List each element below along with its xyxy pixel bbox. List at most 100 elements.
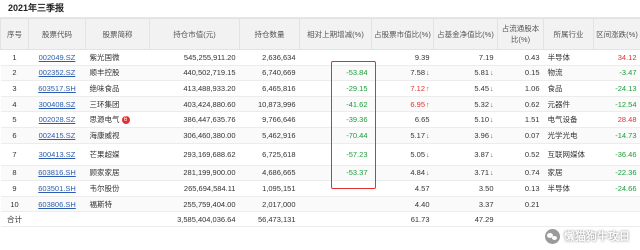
row-number: 6 — [0, 127, 29, 144]
range-change: -12.54 — [593, 96, 640, 113]
industry: 半导体 — [543, 49, 594, 66]
industry — [543, 196, 594, 213]
stock-name: 福斯特 — [89, 199, 113, 209]
arrow-down-icon: ↓ — [490, 117, 494, 125]
col-header-range[interactable]: 区间涨跌(%) — [593, 18, 640, 50]
fund-nav-pct: 5.10 — [474, 115, 489, 125]
change-vs-previous: -39.36 — [299, 111, 372, 128]
arrow-down-icon: ↓ — [490, 70, 494, 78]
fund-nav-pct-cell: 3.50 — [433, 180, 498, 197]
change-vs-previous — [299, 196, 372, 213]
float-share-pct: 0.62 — [497, 96, 544, 113]
col-header-value[interactable]: 持仓市值(元) — [149, 18, 240, 50]
float-share-pct: 1.06 — [497, 80, 544, 97]
holding-quantity: 6,740,669 — [239, 65, 300, 82]
range-change: -24.66 — [593, 180, 640, 197]
range-change: -14.73 — [593, 127, 640, 144]
fund-nav-pct-cell: 7.19 — [433, 49, 498, 66]
stock-value-pct-cell: 4.57 — [371, 180, 434, 197]
holding-value: 281,199,900.00 — [149, 165, 240, 182]
fund-nav-pct: 3.50 — [478, 183, 494, 193]
stock-code-link[interactable]: 603806.SH — [38, 200, 76, 209]
col-header-stock-pct[interactable]: 占股票市值比(%) — [371, 18, 434, 50]
holding-quantity: 1,095,151 — [239, 180, 300, 197]
col-header-no[interactable]: 序号 — [0, 18, 29, 50]
table-row: 5 002028.SZ 思源电气 6 386,447,635.76 9,766,646 -3… — [0, 111, 640, 128]
industry: 光学光电 — [543, 127, 594, 144]
row-number: 1 — [0, 49, 29, 66]
stock-name: 紫光国微 — [89, 52, 120, 62]
table-row: 8 603816.SH 顾家家居 281,199,900.00 4,686,665 -53… — [0, 165, 640, 182]
arrow-up-icon: ↑ — [426, 101, 430, 109]
stock-code-cell: 002049.SZ — [28, 49, 86, 66]
holding-quantity: 2,017,000 — [239, 196, 300, 213]
fund-nav-pct: 3.37 — [478, 199, 494, 209]
float-share-pct: 0.07 — [497, 127, 544, 144]
range-change: -22.36 — [593, 165, 640, 182]
arrow-up-icon: ↑ — [426, 85, 430, 93]
col-header-qty[interactable]: 持仓数量 — [239, 18, 300, 50]
stock-value-pct: 6.95 — [410, 99, 425, 109]
holding-quantity: 2,636,634 — [239, 49, 300, 66]
table-row: 10 603806.SH 福斯特 255,759,404.00 2,017,000 4.4… — [0, 196, 640, 213]
industry: 电气设备 — [543, 111, 594, 128]
col-header-industry[interactable]: 所属行业 — [543, 18, 594, 50]
stock-value-pct-cell: 5.05↓ — [371, 143, 434, 166]
col-header-change[interactable]: 相对上期增减(%) — [299, 18, 372, 50]
change-vs-previous: -41.62 — [299, 96, 372, 113]
float-share-pct: 0.15 — [497, 65, 544, 82]
row-number: 9 — [0, 180, 29, 197]
table-row: 4 300408.SZ 三环集团 403,424,880.60 10,873,996 -4… — [0, 96, 640, 113]
arrow-down-icon: ↓ — [490, 151, 494, 159]
float-share-pct: 0.13 — [497, 180, 544, 197]
stock-code-cell: 603517.SH — [28, 80, 86, 97]
float-share-pct: 0.74 — [497, 165, 544, 182]
stock-name-cell: 福斯特 — [85, 196, 150, 213]
stock-code-cell: 300413.SZ — [28, 143, 86, 166]
stock-code-link[interactable]: 603501.SH — [38, 184, 76, 193]
stock-value-pct: 5.05 — [410, 149, 425, 159]
range-change: 34.12 — [593, 49, 640, 66]
stock-code-link[interactable]: 002352.SZ — [39, 68, 76, 77]
holding-value: 545,255,911.20 — [149, 49, 240, 66]
arrow-down-icon: ↓ — [426, 170, 430, 178]
col-header-nav-pct[interactable]: 占基金净值比(%) — [433, 18, 498, 50]
stock-code-link[interactable]: 002049.SZ — [39, 53, 76, 62]
watermark: 懒猫狗牛攻日 — [545, 228, 630, 244]
arrow-down-icon: ↓ — [426, 70, 430, 78]
range-change — [593, 196, 640, 213]
float-share-pct: 0.21 — [497, 196, 544, 213]
fund-nav-pct-cell: 5.81↓ — [433, 65, 498, 82]
stock-name: 顺丰控股 — [89, 68, 120, 78]
change-vs-previous: -70.44 — [299, 127, 372, 144]
industry: 元器件 — [543, 96, 594, 113]
col-header-code[interactable]: 股票代码 — [28, 18, 86, 50]
stock-value-pct-cell: 7.12↑ — [371, 80, 434, 97]
holding-quantity: 9,766,646 — [239, 111, 300, 128]
stock-name-cell: 韦尔股份 — [85, 180, 150, 197]
industry: 家居 — [543, 165, 594, 182]
watermark-text: 懒猫狗牛攻日 — [564, 231, 630, 243]
fund-nav-pct-cell: 3.71↓ — [433, 165, 498, 182]
range-change: -36.46 — [593, 143, 640, 166]
stock-name-cell: 顾家家居 — [85, 165, 150, 182]
col-header-name[interactable]: 股票简称 — [85, 18, 150, 50]
notification-badge[interactable]: 6 — [121, 116, 130, 125]
row-number: 10 — [0, 196, 29, 213]
stock-code-link[interactable]: 603517.SH — [38, 84, 76, 93]
stock-code-link[interactable]: 002028.SZ — [39, 115, 76, 124]
stock-value-pct: 5.17 — [410, 130, 425, 140]
fund-nav-pct-cell: 5.32↓ — [433, 96, 498, 113]
stock-code-link[interactable]: 300413.SZ — [39, 150, 76, 159]
holding-value: 265,694,584.11 — [149, 180, 240, 197]
stock-code-link[interactable]: 300408.SZ — [39, 100, 76, 109]
report-title: 2021年三季报 — [0, 0, 640, 18]
stock-value-pct-cell: 6.95↑ — [371, 96, 434, 113]
stock-code-link[interactable]: 002415.SZ — [39, 131, 76, 140]
stock-code-link[interactable]: 603816.SH — [38, 168, 76, 177]
col-header-float-pct[interactable]: 占流通股本比(%) — [497, 18, 544, 50]
arrow-down-icon: ↓ — [490, 101, 494, 109]
stock-value-pct-cell: 6.65 — [371, 111, 434, 128]
empty-cell — [593, 211, 640, 228]
stock-value-pct-cell: 4.84↓ — [371, 165, 434, 182]
